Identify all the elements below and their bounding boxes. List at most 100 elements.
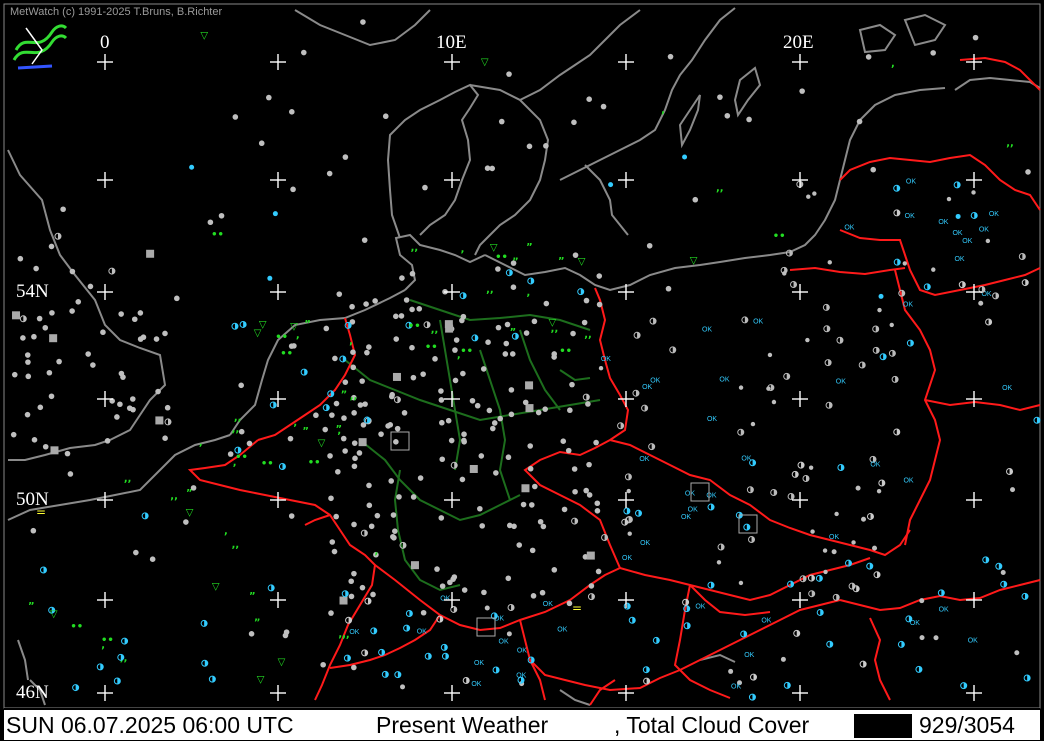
station-dot-icon: [493, 470, 499, 476]
drizzle-icon: ,,: [431, 325, 439, 336]
overcast-icon: [146, 249, 155, 258]
station-dot-icon: [341, 415, 347, 421]
station-dot-icon: [505, 575, 512, 582]
station-dot-icon: [810, 529, 815, 534]
station-dot-icon: [565, 447, 572, 454]
station-dot-icon: [831, 549, 837, 555]
station-dot-icon: [360, 19, 366, 25]
station-dot-icon: [258, 140, 265, 147]
station-dot-icon: [919, 598, 925, 604]
station-ok-label: OK: [471, 681, 481, 688]
station-dot-icon: [502, 351, 509, 357]
station-dot-icon: [461, 438, 467, 445]
station-ok-label: OK: [829, 534, 839, 541]
station-dot-icon: [767, 352, 773, 358]
drizzle-icon: ▽: [490, 243, 498, 254]
drizzle-icon: ”: [336, 424, 343, 435]
station-dot-icon: [272, 211, 278, 217]
station-dot-icon: [583, 487, 589, 494]
station-dot-icon: [409, 306, 415, 313]
station-dot-icon: [491, 420, 498, 426]
station-dot-icon: [489, 165, 496, 172]
drizzle-icon: ▽: [212, 581, 220, 592]
station-dot-icon: [393, 439, 399, 445]
weather-map[interactable]: OKOKOKOKOKOKOKOKOKOKOKOKOKOKOKOKOKOKOKOK…: [0, 0, 1044, 740]
station-ok-label: OK: [906, 179, 916, 186]
station-dot-icon: [327, 453, 333, 459]
drizzle-icon: ,: [293, 418, 297, 429]
station-dot-icon: [569, 381, 575, 388]
station-dot-icon: [919, 635, 925, 641]
station-dot-icon: [130, 406, 136, 413]
station-dot-icon: [114, 414, 120, 420]
station-dot-icon: [350, 349, 356, 356]
drizzle-icon: ••: [460, 346, 473, 357]
station-dot-icon: [323, 325, 330, 332]
station-dot-icon: [459, 476, 466, 483]
station-dot-icon: [190, 485, 197, 491]
drizzle-icon: ▽: [278, 657, 286, 668]
station-dot-icon: [746, 116, 752, 123]
station-dot-icon: [189, 164, 195, 170]
overcast-icon: [12, 311, 21, 320]
weather-map-window: OK OK OK OK OK OK OK OK OK OK OK OK OK OK OK OK OK OK OK OK…: [0, 0, 1044, 740]
station-dot-icon: [856, 118, 863, 125]
station-ok-label: OK: [702, 326, 712, 333]
station-dot-icon: [25, 373, 32, 380]
station-dot-icon: [780, 656, 786, 662]
station-dot-icon: [87, 283, 94, 290]
station-dot-icon: [42, 443, 49, 450]
station-dot-icon: [267, 275, 273, 281]
station-dot-icon: [585, 401, 591, 407]
station-dot-icon: [352, 455, 358, 462]
station-dot-icon: [971, 190, 976, 195]
station-dot-icon: [485, 339, 491, 345]
drizzle-icon: ,: [461, 244, 465, 255]
station-ok-label: OK: [903, 301, 913, 308]
station-dot-icon: [931, 267, 936, 272]
drizzle-icon: ▽: [50, 609, 58, 620]
drizzle-icon: ”: [341, 390, 348, 401]
drizzle-icon: ••: [101, 635, 114, 646]
drizzle-icon: ”: [510, 327, 517, 338]
station-dot-icon: [738, 580, 744, 586]
station-dot-icon: [388, 393, 395, 400]
station-ok-label: OK: [417, 629, 427, 636]
station-dot-icon: [495, 324, 502, 331]
drizzle-icon: ,: [457, 350, 461, 361]
station-dot-icon: [459, 317, 465, 324]
station-ok-label: OK: [939, 607, 949, 614]
station-dot-icon: [291, 343, 297, 349]
station-dot-icon: [335, 468, 341, 475]
station-dot-icon: [368, 523, 375, 530]
station-ok-label: OK: [642, 384, 652, 391]
station-dot-icon: [728, 668, 734, 674]
drizzle-icon: ▽: [290, 322, 298, 333]
station-dot-icon: [56, 358, 62, 365]
station-dot-icon: [393, 313, 399, 320]
station-ok-label: OK: [474, 660, 484, 667]
station-dot-icon: [10, 431, 17, 438]
station-dot-icon: [370, 591, 376, 598]
drizzle-icon: ,,: [486, 285, 494, 296]
drizzle-icon: ”: [302, 426, 309, 437]
drizzle-icon: ,: [224, 526, 228, 537]
station-ok-label: OK: [685, 491, 695, 498]
drizzle-icon: ”: [249, 591, 256, 602]
station-dot-icon: [571, 466, 578, 472]
station-dot-icon: [522, 399, 529, 406]
station-dot-icon: [1010, 487, 1016, 493]
station-dot-icon: [930, 50, 936, 56]
station-dot-icon: [410, 494, 417, 500]
station-ok-label: OK: [910, 620, 920, 627]
metwatch-logo-icon: [12, 20, 68, 77]
station-dot-icon: [322, 426, 329, 433]
drizzle-icon: ,,: [350, 391, 358, 402]
station-dot-icon: [716, 560, 722, 565]
station-dot-icon: [572, 252, 579, 258]
station-dot-icon: [417, 475, 424, 481]
station-ok-label: OK: [1002, 385, 1012, 392]
station-dot-icon: [238, 428, 245, 435]
station-dot-icon: [366, 344, 372, 350]
station-dot-icon: [366, 482, 372, 489]
